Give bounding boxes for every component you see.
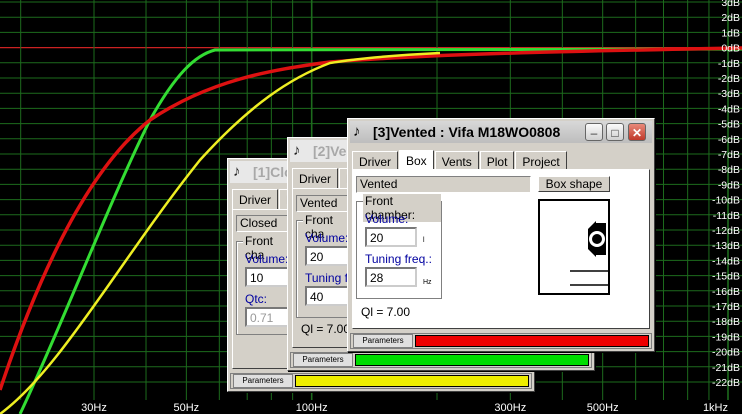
tuning-unit: Hz — [423, 279, 432, 286]
y-tick-label: -21dB — [712, 362, 740, 374]
tab-driver[interactable]: Driver — [232, 189, 278, 210]
x-tick-label: 300Hz — [494, 402, 526, 414]
y-tick-label: 0dB — [721, 43, 740, 55]
volume-label: Volume: — [365, 212, 409, 226]
y-tick-label: 1dB — [721, 27, 740, 39]
close-button[interactable]: ✕ — [628, 123, 646, 141]
y-tick-label: -4dB — [718, 103, 740, 115]
x-tick-label: 30Hz — [81, 402, 107, 414]
tab-driver[interactable]: Driver — [292, 168, 338, 189]
y-tick-label: -19dB — [712, 331, 740, 343]
box-shape-button[interactable]: Box shape — [538, 176, 610, 192]
qtc-label: Qtc: — [245, 292, 268, 306]
y-axis-labels: 3dB 2dB 1dB 0dB -1dB -2dB -3dB -4dB -5dB -6dB -7dB… — [712, 0, 740, 389]
y-tick-label: -8dB — [718, 164, 740, 176]
minimize-icon: – — [590, 126, 598, 140]
window-3-title: [3]Vented : Vifa M18WO0808 — [373, 124, 561, 140]
volume-label: Volume: — [305, 231, 349, 245]
maximize-icon: □ — [611, 126, 619, 140]
status-bar-green — [355, 354, 589, 366]
y-tick-label: -11dB — [713, 210, 740, 222]
y-tick-label: -15dB — [712, 271, 740, 283]
y-tick-label: -20dB — [712, 347, 740, 359]
y-tick-label: -10dB — [712, 195, 740, 207]
y-tick-label: -17dB — [712, 301, 740, 313]
app-icon: ♪ — [293, 142, 301, 159]
y-tick-label: -9dB — [718, 179, 740, 191]
tuning-input[interactable]: 28 — [365, 267, 417, 287]
x-tick-label: 500Hz — [587, 402, 619, 414]
tuning-label: Tuning freq.: — [365, 252, 432, 266]
window-1-status: Parameters — [230, 373, 532, 389]
y-tick-label: -22dB — [712, 377, 740, 389]
close-icon: ✕ — [631, 126, 643, 140]
minimize-button[interactable]: – — [585, 123, 603, 141]
parameters-label: Parameters — [233, 374, 293, 388]
y-tick-label: -1dB — [718, 58, 740, 70]
y-tick-label: 3dB — [721, 0, 740, 9]
parameters-label: Parameters — [353, 334, 413, 348]
window-2-status: Parameters — [290, 352, 592, 368]
y-tick-label: -18dB — [712, 316, 740, 328]
status-bar-yellow — [295, 375, 529, 387]
ql-value: Ql = 7.00 — [301, 322, 351, 336]
ql-value: Ql = 7.00 — [361, 305, 411, 319]
parameters-label: Parameters — [293, 353, 353, 367]
maximize-button[interactable]: □ — [606, 123, 624, 141]
app-icon: ♪ — [353, 123, 361, 140]
y-tick-label: 2dB — [721, 12, 740, 24]
y-tick-label: -6dB — [718, 134, 740, 146]
y-tick-label: -7dB — [718, 149, 740, 161]
y-tick-label: -5dB — [718, 119, 740, 131]
y-tick-label: -13dB — [712, 240, 740, 252]
box-type-field: Vented — [356, 176, 531, 193]
volume-input[interactable]: 20 — [365, 227, 417, 247]
x-axis-labels: 30Hz 50Hz 100Hz 300Hz 500Hz 1kHz — [81, 402, 728, 414]
y-tick-label: -14dB — [712, 255, 740, 267]
tuning-label: Tuning fr — [305, 271, 352, 285]
y-tick-label: -2dB — [718, 73, 740, 85]
y-tick-label: -16dB — [712, 286, 740, 298]
box-shape-diagram — [538, 199, 610, 295]
y-tick-label: -12dB — [712, 225, 740, 237]
x-tick-label: 100Hz — [296, 402, 328, 414]
status-bar-red — [415, 335, 649, 347]
volume-unit: l — [423, 237, 425, 244]
y-tick-label: -3dB — [718, 88, 740, 100]
app-icon: ♪ — [233, 163, 241, 180]
window-vented-box-3[interactable]: ♪ [3]Vented : Vifa M18WO0808 – □ ✕ Drive… — [347, 118, 655, 352]
speaker-box-icon — [570, 221, 608, 286]
window-2-title: [2]Ve — [313, 143, 347, 159]
window-3-status: Parameters — [350, 333, 652, 349]
window-3-titlebar[interactable]: ♪ [3]Vented : Vifa M18WO0808 – □ ✕ — [350, 121, 652, 143]
x-tick-label: 50Hz — [174, 402, 200, 414]
volume-label: Volume: — [245, 252, 289, 266]
x-tick-label: 1kHz — [703, 402, 728, 414]
